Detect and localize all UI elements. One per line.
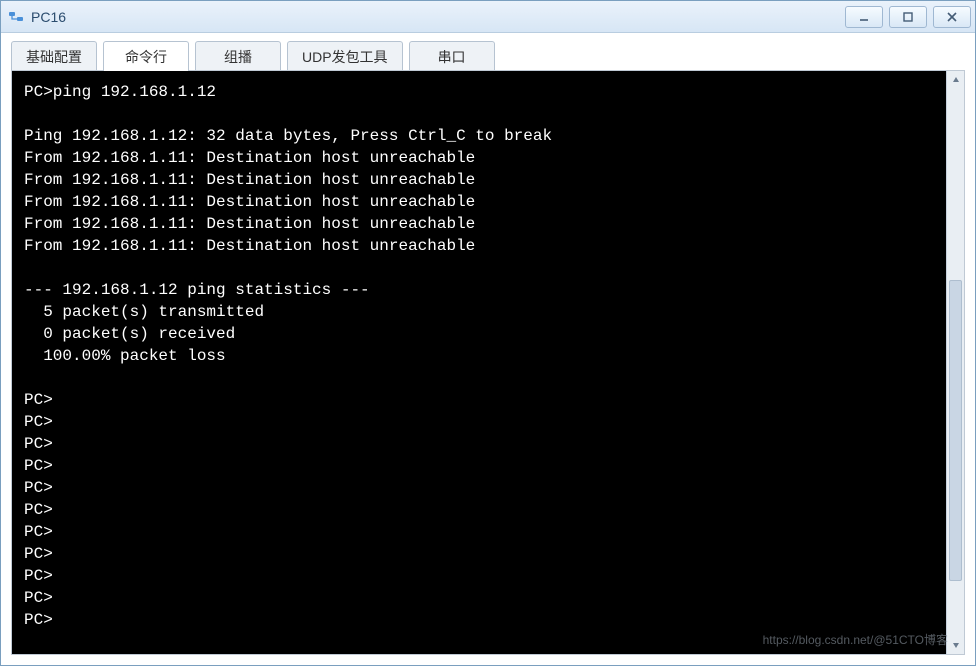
terminal-output[interactable]: PC>ping 192.168.1.12 Ping 192.168.1.12: …: [12, 71, 946, 654]
app-window: PC16 基础配置 命令行 组播 UDP发包工具 串口 PC>ping 192.…: [0, 0, 976, 666]
maximize-icon: [902, 11, 914, 23]
client-area: 基础配置 命令行 组播 UDP发包工具 串口 PC>ping 192.168.1…: [1, 33, 975, 665]
scroll-track[interactable]: [947, 89, 964, 636]
titlebar[interactable]: PC16: [1, 1, 975, 33]
tab-serial[interactable]: 串口: [409, 41, 495, 71]
chevron-up-icon: [952, 76, 960, 84]
chevron-down-icon: [952, 641, 960, 649]
tab-udp-tool[interactable]: UDP发包工具: [287, 41, 403, 71]
window-title: PC16: [31, 9, 845, 25]
scroll-down-button[interactable]: [947, 636, 965, 654]
terminal-container: PC>ping 192.168.1.12 Ping 192.168.1.12: …: [11, 70, 965, 655]
tab-bar: 基础配置 命令行 组播 UDP发包工具 串口: [11, 41, 965, 71]
minimize-button[interactable]: [845, 6, 883, 28]
scroll-up-button[interactable]: [947, 71, 965, 89]
scrollbar[interactable]: [946, 71, 964, 654]
close-button[interactable]: [933, 6, 971, 28]
tab-command-line[interactable]: 命令行: [103, 41, 189, 71]
tab-basic-config[interactable]: 基础配置: [11, 41, 97, 71]
close-icon: [946, 11, 958, 23]
tab-multicast[interactable]: 组播: [195, 41, 281, 71]
app-icon: [7, 8, 25, 26]
maximize-button[interactable]: [889, 6, 927, 28]
window-controls: [845, 6, 971, 28]
minimize-icon: [858, 11, 870, 23]
scroll-thumb[interactable]: [949, 280, 962, 581]
